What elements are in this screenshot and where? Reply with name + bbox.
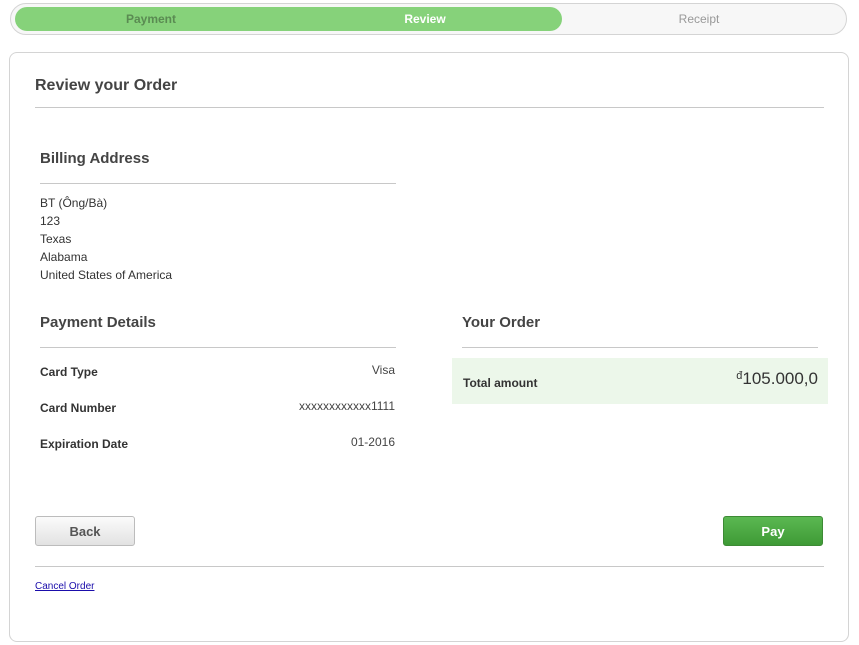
- total-amount-box: Total amount đ105.000,0: [452, 358, 828, 404]
- total-amount-label: Total amount: [463, 376, 538, 390]
- your-order-title: Your Order: [462, 314, 541, 331]
- expiration-date-label: Expiration Date: [40, 437, 129, 451]
- card-type-value: Visa: [371, 363, 395, 377]
- card-number-value: xxxxxxxxxxxx1111: [298, 399, 395, 413]
- billing-address-line: BT (Ông/Bà): [40, 196, 108, 210]
- checkout-progress-bar: Payment Review Receipt: [10, 3, 847, 35]
- billing-address-line: 123: [40, 214, 61, 228]
- billing-address-line: Texas: [40, 232, 72, 246]
- billing-address-line: United States of America: [40, 268, 173, 282]
- currency-symbol: đ: [736, 370, 743, 382]
- expiration-date-value: 01-2016: [350, 435, 395, 449]
- order-divider: [462, 347, 818, 348]
- step-payment: Payment: [125, 12, 177, 26]
- billing-divider: [40, 183, 396, 184]
- back-button[interactable]: Back: [35, 516, 135, 546]
- review-order-card: Review your Order Billing Address BT (Ôn…: [9, 52, 849, 642]
- card-number-label: Card Number: [40, 401, 117, 415]
- total-amount-number: 105.000,0: [742, 369, 818, 388]
- cancel-order-link[interactable]: Cancel Order: [35, 581, 94, 592]
- pay-button[interactable]: Pay: [723, 516, 823, 546]
- payment-divider: [40, 347, 396, 348]
- title-divider: [35, 107, 824, 108]
- billing-address-title: Billing Address: [40, 150, 150, 167]
- footer-divider: [35, 566, 824, 567]
- card-type-label: Card Type: [40, 365, 98, 379]
- step-review: Review: [404, 12, 446, 26]
- step-receipt: Receipt: [678, 12, 720, 26]
- total-amount-value: đ105.000,0: [736, 369, 818, 389]
- payment-details-title: Payment Details: [40, 314, 156, 331]
- page-title: Review your Order: [35, 77, 178, 94]
- billing-address-line: Alabama: [40, 250, 88, 264]
